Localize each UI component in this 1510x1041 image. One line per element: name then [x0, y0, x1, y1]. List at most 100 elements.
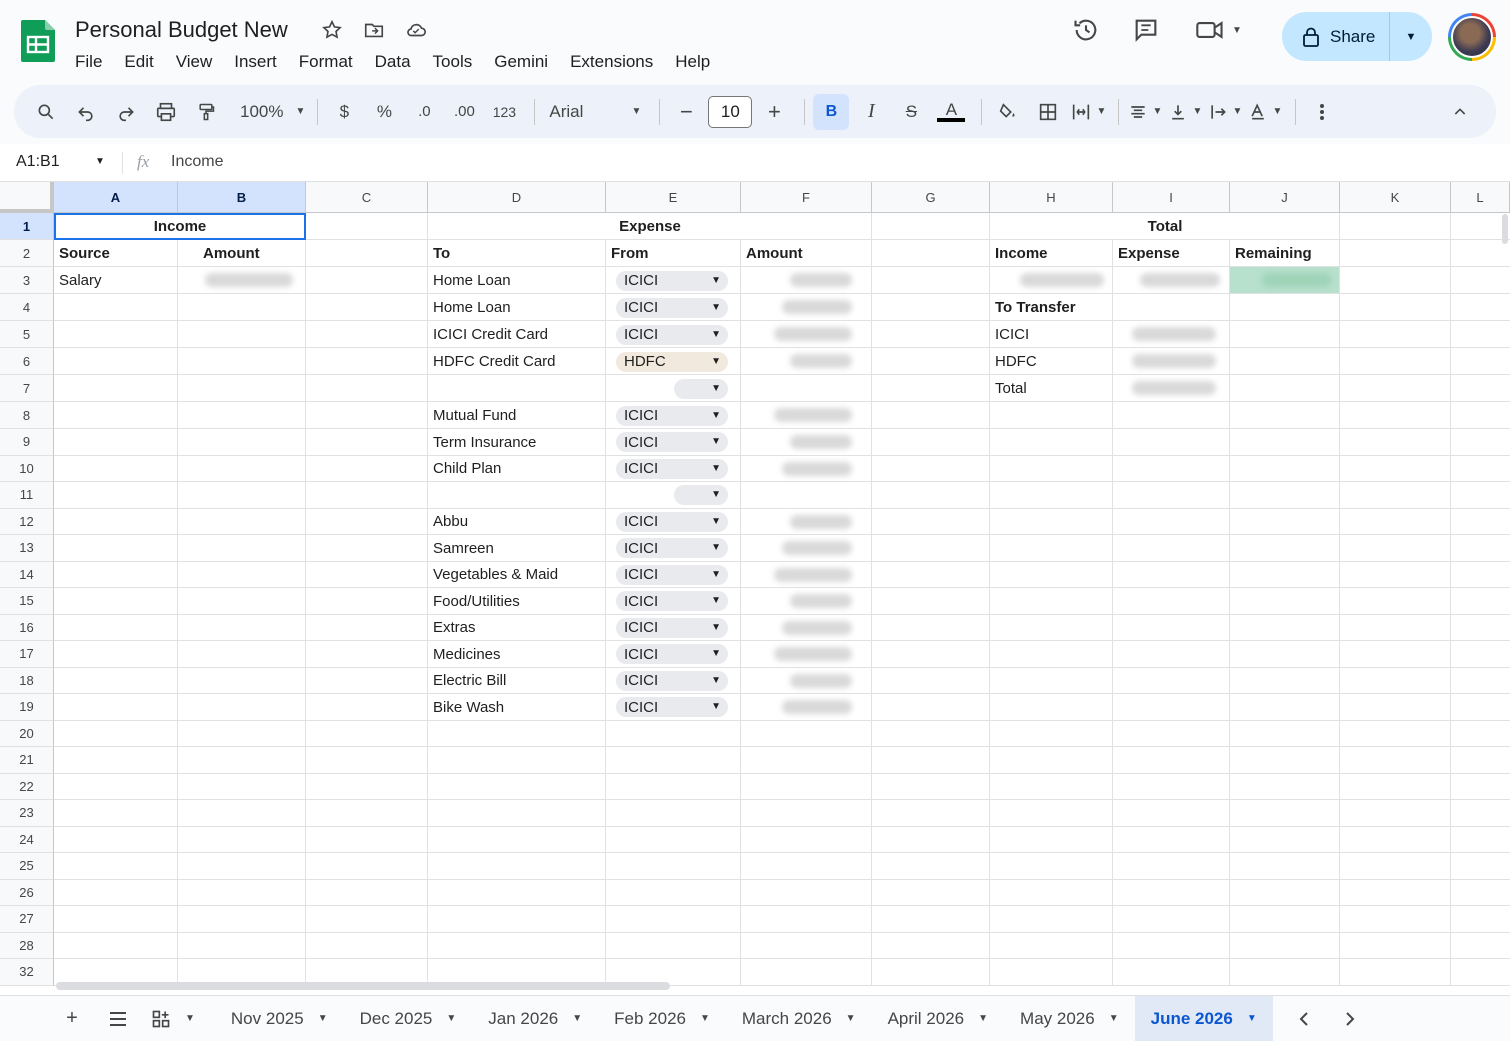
expense-to-cell[interactable]: Abbu [433, 509, 601, 536]
sheets-logo-icon[interactable] [21, 20, 55, 62]
row-header-10[interactable]: 10 [0, 455, 54, 482]
meet-icon[interactable] [1192, 12, 1228, 48]
row-header-28[interactable]: 28 [0, 932, 54, 959]
from-dropdown-chip[interactable]: ICICI ▼ [616, 591, 728, 612]
search-menus-icon[interactable] [28, 94, 64, 130]
cloud-saved-icon[interactable] [404, 18, 428, 42]
all-sheets-icon[interactable] [95, 996, 141, 1041]
version-history-icon[interactable] [1068, 12, 1104, 48]
share-main[interactable]: Share [1282, 12, 1390, 61]
sheet-list-caret-icon[interactable]: ▼ [185, 1013, 195, 1024]
sheet-tab[interactable]: March 2026 ▼ [726, 996, 872, 1041]
expense-to-cell[interactable]: Medicines [433, 641, 601, 668]
menu-file[interactable]: File [64, 50, 113, 74]
row-header-3[interactable]: 3 [0, 267, 54, 294]
from-label[interactable]: From [611, 240, 736, 267]
formula-input[interactable]: Income [171, 153, 223, 171]
menu-edit[interactable]: Edit [113, 50, 164, 74]
row-header-27[interactable]: 27 [0, 906, 54, 933]
from-dropdown-chip[interactable]: ICICI ▼ [616, 644, 728, 665]
row-header-14[interactable]: 14 [0, 561, 54, 588]
row-header-7[interactable]: 7 [0, 375, 54, 402]
zoom-select[interactable]: 100% ▼ [240, 94, 305, 130]
column-header-k[interactable]: K [1340, 182, 1451, 213]
sheet-tab[interactable]: May 2026 ▼ [1004, 996, 1135, 1041]
from-dropdown-chip[interactable]: HDFC ▼ [616, 351, 728, 372]
row-header-19[interactable]: 19 [0, 694, 54, 721]
font-select[interactable]: Arial ▼ [543, 94, 647, 130]
menu-insert[interactable]: Insert [223, 50, 288, 74]
more-formats-button[interactable]: 123 [486, 94, 522, 130]
sheet-tab-menu-icon[interactable]: ▼ [572, 1013, 582, 1024]
scroll-tabs-left-icon[interactable] [1281, 996, 1327, 1041]
sheet-tab[interactable]: Feb 2026 ▼ [598, 996, 726, 1041]
horizontal-scrollbar[interactable] [56, 982, 670, 990]
row-header-23[interactable]: 23 [0, 800, 54, 827]
select-all-corner[interactable] [0, 182, 54, 213]
row-header-22[interactable]: 22 [0, 773, 54, 800]
total-income-label[interactable]: Income [995, 240, 1108, 267]
row-header-5[interactable]: 5 [0, 321, 54, 348]
sheet-tab-menu-icon[interactable]: ▼ [978, 1013, 988, 1024]
column-header-h[interactable]: H [990, 182, 1113, 213]
vertical-scrollbar[interactable] [1502, 214, 1508, 244]
share-dropdown[interactable]: ▼ [1390, 31, 1432, 43]
column-header-j[interactable]: J [1230, 182, 1340, 213]
from-dropdown-chip[interactable]: ICICI ▼ [616, 324, 728, 345]
row-header-11[interactable]: 11 [0, 482, 54, 509]
sheet-tab[interactable]: Jan 2026 ▼ [472, 996, 598, 1041]
sheet-tab-menu-icon[interactable]: ▼ [1247, 1013, 1257, 1024]
expense-to-cell[interactable]: Electric Bill [433, 668, 601, 695]
expense-to-cell[interactable]: Child Plan [433, 456, 601, 483]
row-header-8[interactable]: 8 [0, 402, 54, 429]
column-header-c[interactable]: C [306, 182, 428, 213]
avatar[interactable] [1448, 13, 1496, 61]
expense-to-cell[interactable]: Bike Wash [433, 694, 601, 721]
salary-cell[interactable]: Salary [59, 267, 173, 294]
borders-icon[interactable] [1030, 94, 1066, 130]
transfer-total-label[interactable]: Total [995, 375, 1108, 402]
row-header-1[interactable]: 1 [0, 213, 54, 240]
share-button[interactable]: Share ▼ [1282, 12, 1432, 61]
sheet-tab-menu-icon[interactable]: ▼ [446, 1013, 456, 1024]
column-header-f[interactable]: F [741, 182, 872, 213]
total-header[interactable]: Total [995, 213, 1335, 240]
meet-caret-icon[interactable]: ▼ [1232, 25, 1242, 36]
column-header-d[interactable]: D [428, 182, 606, 213]
menu-help[interactable]: Help [664, 50, 721, 74]
from-dropdown-chip[interactable]: ICICI ▼ [616, 297, 728, 318]
row-header-20[interactable]: 20 [0, 720, 54, 747]
row-header-15[interactable]: 15 [0, 588, 54, 615]
column-header-l[interactable]: L [1451, 182, 1510, 213]
column-header-b[interactable]: B [178, 182, 306, 213]
decrease-decimal-button[interactable]: .0 [406, 94, 442, 130]
to-transfer-label[interactable]: To Transfer [995, 294, 1108, 321]
expense-to-cell[interactable]: Home Loan [433, 267, 601, 294]
text-rotation-icon[interactable]: ▼ [1247, 94, 1283, 130]
sheet-tab-menu-icon[interactable]: ▼ [846, 1013, 856, 1024]
column-header-a[interactable]: A [54, 182, 178, 213]
amount-label[interactable]: Amount [183, 240, 301, 267]
sheet-tab-menu-icon[interactable]: ▼ [318, 1013, 328, 1024]
column-header-g[interactable]: G [872, 182, 990, 213]
redo-icon[interactable] [108, 94, 144, 130]
increase-decimal-button[interactable]: .00 [446, 94, 482, 130]
spreadsheet-grid[interactable]: A B C D E F G H I J K L 1 2 3 4 5 6 7 8 9 10 11 12 13 14 15 16 17 18 1… [0, 182, 1510, 995]
bold-button[interactable]: B [813, 93, 850, 130]
from-dropdown-chip[interactable]: ICICI ▼ [616, 670, 728, 691]
from-dropdown-chip[interactable]: ICICI ▼ [616, 511, 728, 532]
transfer-icici-label[interactable]: ICICI [995, 321, 1108, 348]
expense-to-cell[interactable]: Vegetables & Maid [433, 562, 601, 589]
from-dropdown-chip[interactable]: ICICI ▼ [616, 405, 728, 426]
menu-tools[interactable]: Tools [422, 50, 484, 74]
expense-to-cell[interactable]: HDFC Credit Card [433, 348, 601, 375]
row-header-26[interactable]: 26 [0, 879, 54, 906]
row-header-21[interactable]: 21 [0, 747, 54, 774]
menu-extensions[interactable]: Extensions [559, 50, 664, 74]
row-header-6[interactable]: 6 [0, 348, 54, 375]
row-header-24[interactable]: 24 [0, 826, 54, 853]
name-box[interactable]: A1:B1 [16, 153, 60, 171]
row-header-12[interactable]: 12 [0, 508, 54, 535]
expense-to-cell[interactable]: Food/Utilities [433, 588, 601, 615]
sheet-tab[interactable]: June 2026 ▼ [1134, 995, 1273, 1041]
